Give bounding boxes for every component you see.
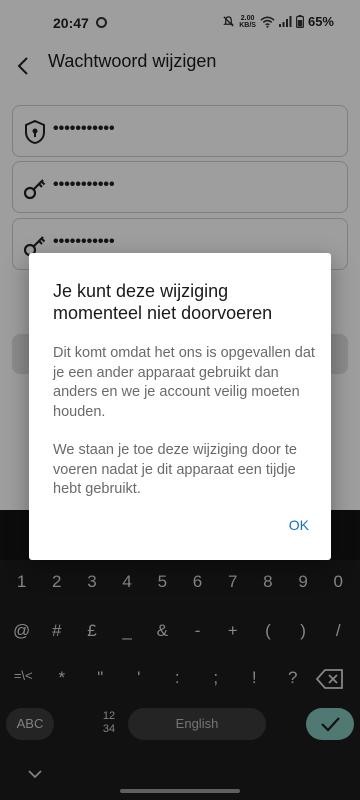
dialog-title: Je kunt deze wijziging momenteel niet do… bbox=[53, 281, 273, 323]
dialog-body-paragraph-1: Dit komt omdat het ons is opgevallen dat… bbox=[53, 345, 315, 420]
alert-dialog: Je kunt deze wijziging momenteel niet do… bbox=[29, 253, 331, 560]
dialog-body: Dit komt omdat het ons is opgevallen dat… bbox=[53, 344, 315, 500]
ok-button[interactable]: OK bbox=[289, 517, 309, 533]
dialog-body-paragraph-2: We staan je toe deze wijziging door te v… bbox=[53, 442, 297, 497]
